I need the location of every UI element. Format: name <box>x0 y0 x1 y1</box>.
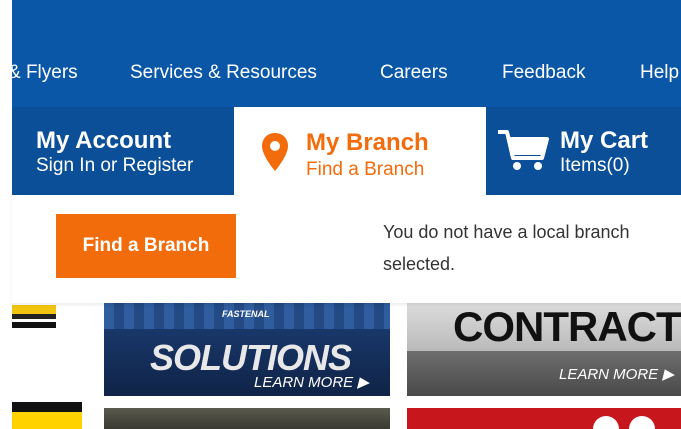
my-cart-link[interactable]: My Cart Items(0) <box>560 127 648 177</box>
nav-link-services-resources[interactable]: Services & Resources <box>130 62 317 84</box>
nav-link-feedback[interactable]: Feedback <box>502 62 585 84</box>
my-branch-subtitle[interactable]: Find a Branch <box>306 159 424 181</box>
my-cart-subtitle: Items(0) <box>560 155 630 176</box>
my-account-link[interactable]: My Account Sign In or Register <box>36 127 193 177</box>
my-branch-title: My Branch <box>306 129 429 156</box>
contracts-tile[interactable]: CONTRACTS LEARN MORE ▶ <box>407 303 681 396</box>
solutions-learn-more[interactable]: LEARN MORE ▶ <box>254 373 369 391</box>
contracts-title: CONTRACTS <box>453 303 681 350</box>
my-cart-title: My Cart <box>560 127 649 154</box>
nav-link-flyers[interactable]: & Flyers <box>12 62 78 84</box>
no-branch-message: You do not have a local branch selected. <box>383 222 630 274</box>
nav-link-help[interactable]: Help <box>640 62 679 84</box>
my-account-title: My Account <box>36 127 172 154</box>
shopping-cart-icon[interactable] <box>496 128 550 174</box>
top-nav: & Flyers Services & Resources Careers Fe… <box>12 0 681 107</box>
my-account-subtitle[interactable]: Sign In or Register <box>36 155 193 177</box>
contracts-learn-more[interactable]: LEARN MORE ▶ <box>559 365 674 383</box>
promo-tile-bottom-left[interactable] <box>104 408 390 429</box>
location-pin-icon <box>262 133 288 171</box>
solutions-tile[interactable]: FASTENAL SOLUTIONS LEARN MORE ▶ <box>104 303 390 396</box>
nav-link-careers[interactable]: Careers <box>380 62 448 84</box>
promo-tile-bottom-right[interactable] <box>407 408 681 429</box>
find-a-branch-button[interactable]: Find a Branch <box>56 214 236 278</box>
fastenal-brand-text: FASTENAL <box>222 309 270 319</box>
my-branch-tab[interactable]: My Branch Find a Branch <box>234 107 486 195</box>
